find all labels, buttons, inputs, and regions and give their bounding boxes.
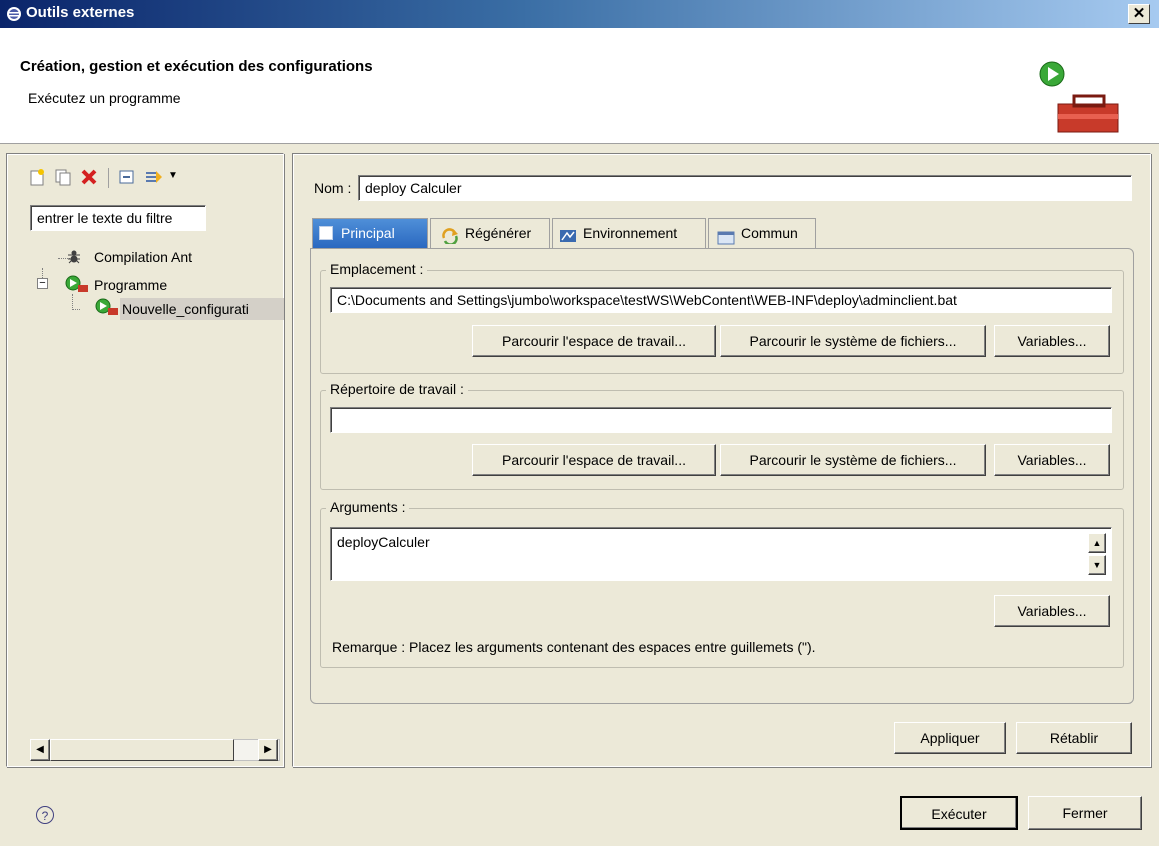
working-directory-field[interactable] xyxy=(330,407,1112,433)
toolbar-separator xyxy=(108,168,109,188)
tree-item-nouvelle-configuration[interactable]: Nouvelle_configurati xyxy=(120,298,284,320)
left-toolbar: ▼ xyxy=(28,168,228,190)
configuration-list-panel xyxy=(6,153,284,767)
collapse-all-icon[interactable] xyxy=(118,168,136,189)
filter-icon[interactable] xyxy=(144,168,164,189)
filter-menu-dropdown-icon[interactable]: ▼ xyxy=(168,170,178,181)
working-directory-label: Répertoire de travail : xyxy=(326,381,468,397)
title-bar xyxy=(0,0,1159,28)
scroll-up-button[interactable]: ▲ xyxy=(1088,533,1106,553)
eclipse-icon xyxy=(6,6,22,22)
arguments-note: Remarque : Placez les arguments contenan… xyxy=(332,639,816,655)
tree-connector xyxy=(72,294,73,308)
principal-tab-icon xyxy=(319,226,333,240)
browse-workspace-button[interactable]: Parcourir l'espace de travail... xyxy=(472,325,716,357)
program-icon xyxy=(64,275,90,293)
emplacement-label: Emplacement : xyxy=(326,261,428,277)
scroll-left-button[interactable]: ◀ xyxy=(30,739,50,761)
tree-item-compilation-ant[interactable]: Compilation Ant xyxy=(94,249,192,265)
program-config-icon xyxy=(94,298,120,316)
delete-icon[interactable] xyxy=(80,168,98,189)
browse-filesystem-button[interactable]: Parcourir le système de fichiers... xyxy=(720,325,986,357)
name-label: Nom : xyxy=(314,180,352,196)
new-configuration-icon[interactable] xyxy=(28,168,46,189)
emplacement-group xyxy=(320,270,1124,374)
ant-icon xyxy=(66,248,82,264)
location-variables-button[interactable]: Variables... xyxy=(994,325,1110,357)
working-dir-variables-button[interactable]: Variables... xyxy=(994,444,1110,476)
arguments-field[interactable]: deployCalculer xyxy=(330,527,1112,581)
scroll-right-button[interactable]: ▶ xyxy=(258,739,278,761)
dialog-header xyxy=(0,28,1159,144)
close-button[interactable]: Fermer xyxy=(1028,796,1142,830)
browse-workspace-button-2[interactable]: Parcourir l'espace de travail... xyxy=(472,444,716,476)
close-window-button[interactable]: ✕ xyxy=(1128,4,1150,24)
revert-button[interactable]: Rétablir xyxy=(1016,722,1132,754)
scroll-thumb[interactable] xyxy=(50,739,234,761)
help-icon[interactable]: ? xyxy=(36,806,54,824)
tab-principal[interactable]: Principal xyxy=(312,218,428,248)
tree-connector xyxy=(72,309,80,310)
name-field[interactable]: deploy Calculer xyxy=(358,175,1132,201)
tab-environnement[interactable]: Environnement xyxy=(552,218,706,248)
browse-filesystem-button-2[interactable]: Parcourir le système de fichiers... xyxy=(720,444,986,476)
duplicate-icon[interactable] xyxy=(54,168,72,189)
scroll-down-button[interactable]: ▼ xyxy=(1088,555,1106,575)
tab-regenerer[interactable]: Régénérer xyxy=(430,218,550,248)
header-title: Création, gestion et exécution des confi… xyxy=(20,58,373,75)
run-button[interactable]: Exécuter xyxy=(900,796,1018,830)
tree-item-programme[interactable]: Programme xyxy=(94,277,167,293)
toolbox-run-icon xyxy=(1038,58,1122,138)
apply-button[interactable]: Appliquer xyxy=(894,722,1006,754)
location-field[interactable]: C:\Documents and Settings\jumbo\workspac… xyxy=(330,287,1112,313)
tree-collapse-toggle[interactable]: − xyxy=(37,278,48,289)
arguments-variables-button[interactable]: Variables... xyxy=(994,595,1110,627)
filter-input[interactable]: entrer le texte du filtre xyxy=(30,205,206,231)
window-title: Outils externes xyxy=(26,4,135,21)
tab-commun[interactable]: Commun xyxy=(708,218,816,248)
arguments-label: Arguments : xyxy=(326,499,410,515)
header-subtitle: Exécutez un programme xyxy=(28,90,181,106)
